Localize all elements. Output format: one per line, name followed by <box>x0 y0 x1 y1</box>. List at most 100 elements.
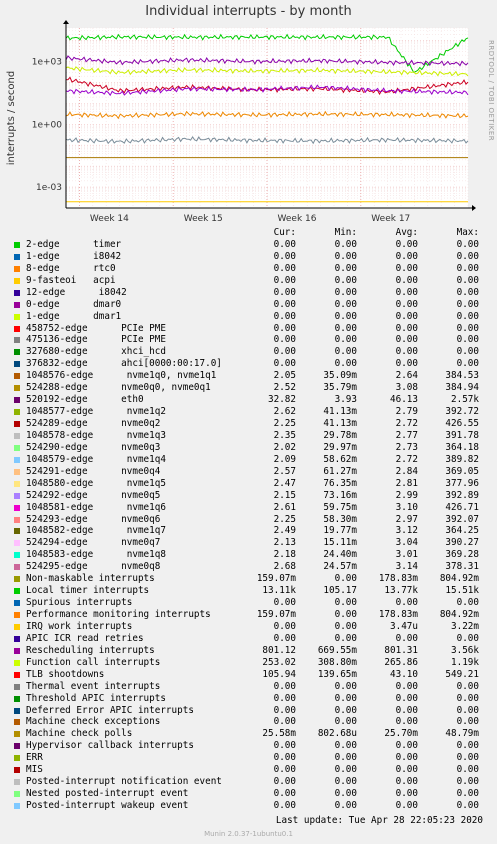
legend-label: 524295-edge nvme0q8 <box>26 561 161 573</box>
legend-row: 524294-edge nvme0q7 2.13 15.11m 3.04 390.27 <box>0 537 497 549</box>
legend-row: Local timer interrupts 13.11k 105.17 13.77k… <box>0 585 497 597</box>
legend-swatch <box>14 265 20 272</box>
legend-cur: 0.00 <box>273 740 296 752</box>
legend-avg: 0.00 <box>395 764 418 776</box>
legend-cur: 2.09 <box>273 453 296 465</box>
legend-table: Cur: Min: Avg: Max: 2-edge timer 0.00 0.00… <box>0 227 497 812</box>
legend-swatch <box>14 588 20 595</box>
legend-max: 15.51k <box>445 585 479 597</box>
legend-min: 3.93 <box>334 394 357 406</box>
legend-avg: 2.97 <box>395 513 418 525</box>
legend-label: 1048576-edge nvme1q0, nvme1q1 <box>26 370 217 382</box>
legend-swatch <box>14 397 20 404</box>
legend-min: 24.57m <box>323 561 357 573</box>
legend-max: 392.72 <box>445 406 479 418</box>
legend-min: 61.27m <box>323 465 357 477</box>
legend-row: 1048579-edge nvme1q4 2.09 58.62m 2.72 389.82 <box>0 454 497 466</box>
legend-avg: 2.84 <box>395 465 418 477</box>
legend-min: 0.00 <box>334 274 357 286</box>
legend-avg: 265.86 <box>384 656 418 668</box>
legend-swatch <box>14 743 20 750</box>
legend-cur: 0.00 <box>273 358 296 370</box>
legend-swatch <box>14 373 20 380</box>
x-tick-label: Week 15 <box>184 214 223 224</box>
legend-min: 0.00 <box>334 334 357 346</box>
legend-label: 12-edge i8042 <box>26 286 127 298</box>
y-tick-label: 1e+03 <box>32 58 62 68</box>
legend-min: 41.13m <box>323 406 357 418</box>
legend-max: 0.00 <box>456 238 479 250</box>
legend-max: 3.22m <box>451 620 479 632</box>
legend-max: 0.00 <box>456 776 479 788</box>
legend-label: 524290-edge nvme0q3 <box>26 441 161 453</box>
legend-row: 524291-edge nvme0q4 2.57 61.27m 2.84 369.05 <box>0 466 497 478</box>
legend-min: 0.00 <box>334 597 357 609</box>
legend-cur: 159.07m <box>256 573 296 585</box>
legend-min: 0.00 <box>334 752 357 764</box>
legend-row: 12-edge i8042 0.00 0.00 0.00 0.00 <box>0 287 497 299</box>
legend-max: 364.18 <box>445 441 479 453</box>
legend-max: 0.00 <box>456 597 479 609</box>
legend-max: 364.25 <box>445 525 479 537</box>
legend-swatch <box>14 719 20 726</box>
legend-min: 802.68u <box>317 728 357 740</box>
legend-max: 0.00 <box>456 740 479 752</box>
legend-row: Thermal event interrupts 0.00 0.00 0.00 0.00 <box>0 681 497 693</box>
legend-swatch <box>14 385 20 392</box>
legend-cur: 0.00 <box>273 298 296 310</box>
legend-swatch <box>14 612 20 618</box>
legend-min: 0.00 <box>334 250 357 262</box>
legend-cur: 2.15 <box>273 489 296 501</box>
legend-avg: 0.00 <box>395 752 418 764</box>
legend-swatch <box>14 600 20 607</box>
legend-swatch <box>14 241 20 248</box>
legend-cur: 2.05 <box>273 370 296 382</box>
legend-label: 0-edge dmar0 <box>26 298 122 310</box>
legend-max: 3.56k <box>451 644 479 656</box>
legend-row: IRQ work interrupts 0.00 0.00 3.47u 3.22m <box>0 621 497 633</box>
y-axis-label: interrupts / second <box>6 71 17 165</box>
munin-footer: Munin 2.0.37-1ubuntu0.1 <box>204 830 293 838</box>
legend-label: 1048580-edge nvme1q5 <box>26 477 166 489</box>
legend-row: 520192-edge eth0 32.82 3.93 46.13 2.57k <box>0 394 497 406</box>
legend-avg: 2.72 <box>395 418 418 429</box>
legend-max: 426.55 <box>445 418 479 429</box>
legend-avg: 3.10 <box>395 501 418 513</box>
legend-cur: 801.12 <box>262 644 296 656</box>
legend-swatch <box>14 755 20 762</box>
legend-min: 105.17 <box>323 585 357 597</box>
legend-avg: 0.00 <box>395 322 418 334</box>
legend-label: Posted-interrupt notification event <box>26 776 222 788</box>
legend-row: Non-maskable interrupts 159.07m 0.00 178.83… <box>0 573 497 585</box>
legend-label: 524291-edge nvme0q4 <box>26 465 161 477</box>
legend-swatch <box>14 421 20 427</box>
legend-avg: 43.10 <box>390 668 418 680</box>
legend-max: 0.00 <box>456 274 479 286</box>
legend-label: Posted-interrupt wakeup event <box>26 800 189 811</box>
legend-label: 1048579-edge nvme1q4 <box>26 453 166 465</box>
legend-min: 0.00 <box>334 776 357 788</box>
legend-min: 73.16m <box>323 489 357 501</box>
legend-row: 1-edge dmar1 0.00 0.00 0.00 0.00 <box>0 311 497 323</box>
legend-row: 458752-edge PCIe PME 0.00 0.00 0.00 0.00 <box>0 323 497 335</box>
legend-row: 1048582-edge nvme1q7 2.49 19.77m 3.12 364.25 <box>0 525 497 537</box>
legend-swatch <box>14 444 20 451</box>
legend-label: 1048577-edge nvme1q2 <box>26 406 166 418</box>
legend-max: 48.79m <box>445 728 479 740</box>
x-tick-label: Week 17 <box>371 214 410 224</box>
legend-min: 58.62m <box>323 453 357 465</box>
legend-avg: 2.77 <box>395 429 418 441</box>
legend-max: 0.00 <box>456 800 479 811</box>
legend-swatch <box>14 528 20 535</box>
legend-row: 327680-edge xhci_hcd 0.00 0.00 0.00 0.00 <box>0 346 497 358</box>
legend-row: Nested posted-interrupt event 0.00 0.00 0.0… <box>0 788 497 800</box>
legend-label: 9-fasteoi acpi <box>26 274 116 286</box>
legend-row: 524290-edge nvme0q3 2.02 29.97m 2.73 364.18 <box>0 442 497 454</box>
legend-avg: 0.00 <box>395 262 418 274</box>
legend-cur: 105.94 <box>262 668 296 680</box>
legend-label: 1048578-edge nvme1q3 <box>26 429 166 441</box>
legend-cur: 2.25 <box>273 418 296 429</box>
legend-label: 458752-edge PCIe PME <box>26 322 166 334</box>
legend-min: 35.79m <box>323 382 357 394</box>
legend-swatch <box>14 432 20 439</box>
